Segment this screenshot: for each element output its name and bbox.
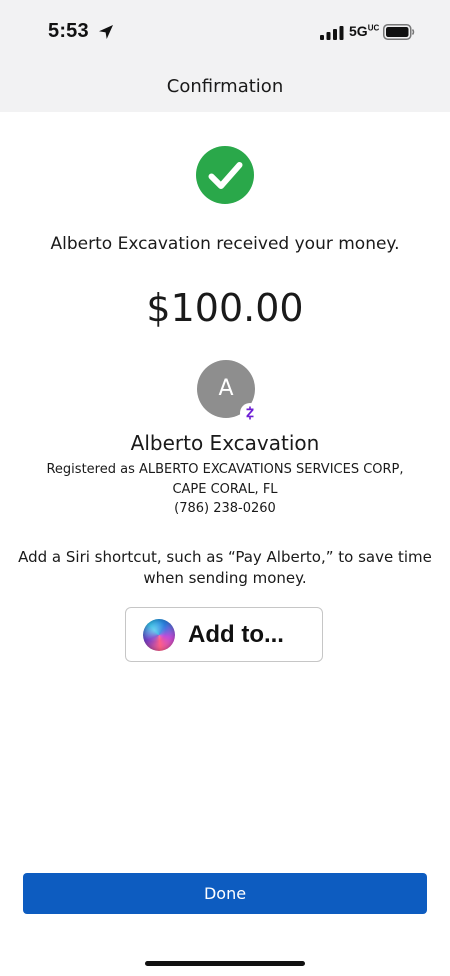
siri-icon (143, 619, 175, 651)
cellular-signal-icon (320, 26, 344, 40)
recipient-phone: (786) 238-0260 (174, 501, 276, 516)
registered-line-1: Registered as ALBERTO EXCAVATIONS SERVIC… (46, 462, 404, 477)
recipient-registration: Registered as ALBERTO EXCAVATIONS SERVIC… (20, 460, 430, 519)
checkmark-circle-icon (196, 146, 254, 204)
battery-icon (383, 24, 415, 40)
location-arrow-icon (99, 25, 113, 39)
registered-line-2: CAPE CORAL, FL (172, 481, 278, 497)
done-button[interactable]: Done (23, 873, 427, 914)
nav-bar: Confirmation (0, 62, 450, 112)
status-bar: 5:53 5GUC (0, 0, 450, 62)
recipient-name: Alberto Excavation (130, 431, 320, 455)
siri-shortcut-prompt: Add a Siri shortcut, such as “Pay Albert… (18, 548, 432, 587)
page-title: Confirmation (166, 76, 284, 97)
confirmation-message: Alberto Excavation received your money. (50, 234, 400, 254)
home-indicator (145, 961, 305, 966)
status-time: 5:53 (48, 20, 89, 42)
add-to-siri-button[interactable]: Add to... (125, 607, 323, 662)
payment-amount: $100.00 (146, 286, 304, 330)
zelle-icon (240, 403, 260, 423)
network-label: 5GUC (349, 23, 380, 39)
add-to-siri-label: Add to... (188, 621, 284, 648)
